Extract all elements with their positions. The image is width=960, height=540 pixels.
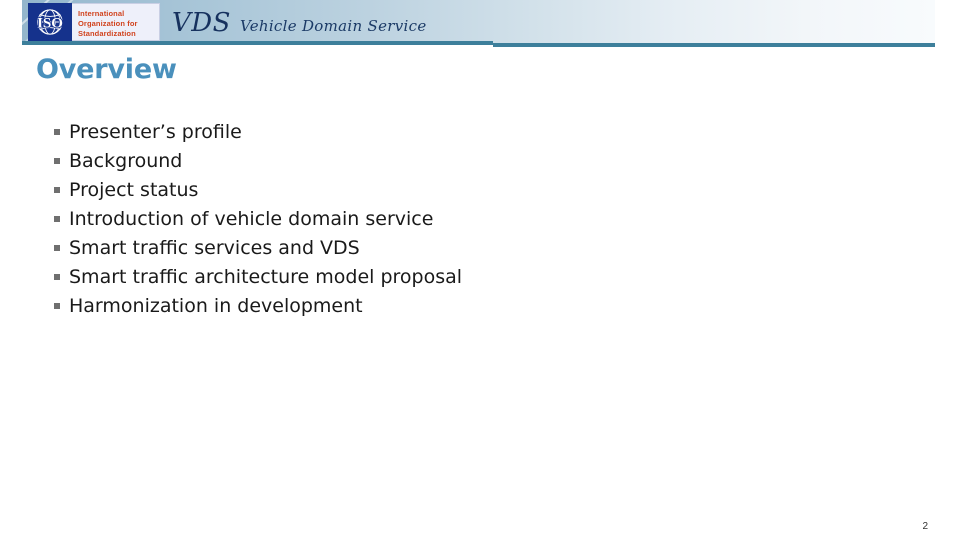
iso-org-line-2: Organization for <box>78 18 138 28</box>
list-item-label: Presenter’s profile <box>69 121 242 143</box>
iso-org-line-3: Standardization <box>78 28 136 38</box>
list-item: Introduction of vehicle domain service <box>54 205 462 234</box>
header-brand-abbrev: VDS <box>172 8 231 38</box>
list-item: Presenter’s profile <box>54 118 462 147</box>
list-item-label: Smart traffic services and VDS <box>69 237 360 259</box>
square-bullet-icon <box>54 274 60 280</box>
list-item: Project status <box>54 176 462 205</box>
square-bullet-icon <box>54 303 60 309</box>
header-brand-full: Vehicle Domain Service <box>239 17 427 35</box>
header-rule-left <box>22 41 493 45</box>
iso-logo: ISO International Organization for Stand… <box>28 3 160 41</box>
list-item-label: Harmonization in development <box>69 295 363 317</box>
square-bullet-icon <box>54 216 60 222</box>
square-bullet-icon <box>54 129 60 135</box>
list-item-label: Smart traffic architecture model proposa… <box>69 266 463 288</box>
svg-text:ISO: ISO <box>37 16 63 32</box>
list-item-label: Introduction of vehicle domain service <box>69 208 434 230</box>
list-item: Harmonization in development <box>54 292 462 321</box>
presentation-slide: ISO International Organization for Stand… <box>0 0 960 540</box>
page-number: 2 <box>922 521 928 532</box>
iso-org-name: International Organization for Standardi… <box>72 3 160 41</box>
iso-globe-icon: ISO <box>28 3 72 41</box>
page-title: Overview <box>36 54 177 85</box>
square-bullet-icon <box>54 158 60 164</box>
header-brand: VDS Vehicle Domain Service <box>172 8 427 38</box>
list-item-label: Background <box>69 150 183 172</box>
list-item-label: Project status <box>69 179 199 201</box>
list-item: Smart traffic services and VDS <box>54 234 462 263</box>
iso-org-line-1: International <box>78 8 125 18</box>
overview-bullet-list: Presenter’s profile Background Project sta… <box>54 118 462 321</box>
list-item: Background <box>54 147 462 176</box>
list-item: Smart traffic architecture model proposa… <box>54 263 462 292</box>
square-bullet-icon <box>54 245 60 251</box>
header-rule-right <box>493 43 935 47</box>
square-bullet-icon <box>54 187 60 193</box>
